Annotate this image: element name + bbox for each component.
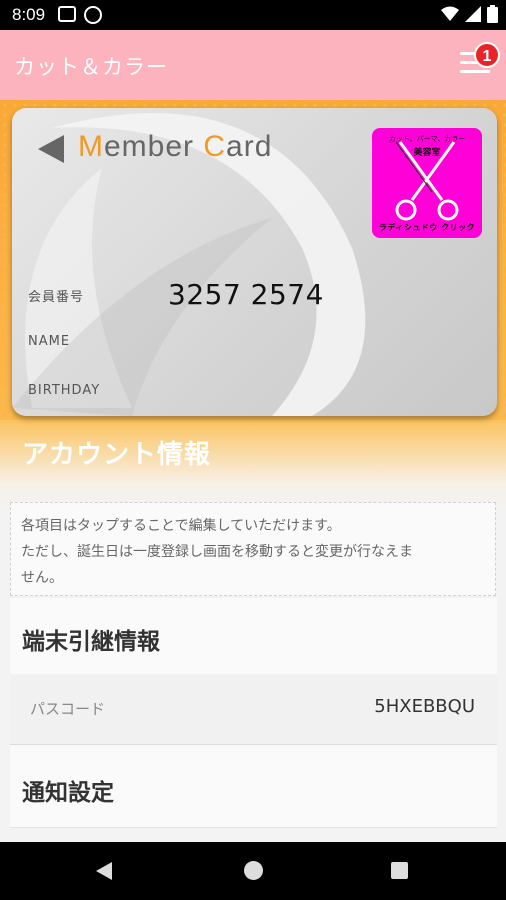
wifi-icon: [441, 6, 459, 21]
app-bar: カット＆カラー 1: [0, 30, 506, 100]
transfer-info-title: 端末引継情報: [22, 629, 160, 655]
app-title: カット＆カラー: [14, 55, 168, 79]
notification-settings-title: 通知設定: [22, 780, 114, 806]
mail-icon: [58, 6, 76, 22]
card-title: Member Card: [78, 130, 273, 163]
nav-back-icon[interactable]: [96, 862, 112, 880]
nav-home-icon[interactable]: [244, 861, 263, 880]
edit-notice: 各項目はタップすることで編集していただけます。 ただし、誕生日は一度登録し画面を…: [10, 502, 496, 596]
navigation-bar: [0, 842, 506, 900]
salon-logo: カット、パーマ、カラー 美容室 ラディシュドウ クリック: [372, 128, 482, 238]
passcode-row[interactable]: パスコード 5HXEBBQU: [10, 674, 497, 745]
battery-icon: [487, 5, 498, 23]
member-card: Member Card カット、パーマ、カラー 美容室 ラディシュドウ クリック…: [12, 108, 497, 416]
nav-recents-icon[interactable]: [391, 862, 408, 879]
status-left-icons: [58, 6, 102, 24]
status-bar: 8:09: [0, 0, 506, 30]
sync-icon: [84, 6, 102, 24]
passcode-label: パスコード: [30, 700, 106, 718]
status-right-icons: [441, 5, 498, 23]
notification-settings-section[interactable]: 通知設定: [10, 745, 497, 828]
status-time: 8:09: [12, 5, 46, 24]
signal-icon: [465, 6, 481, 22]
back-arrow-icon: [38, 135, 64, 163]
transfer-info-section: 端末引継情報: [10, 598, 497, 675]
birthday-label: BIRTHDAY: [28, 383, 101, 398]
name-label: NAME: [28, 334, 71, 349]
notification-badge: 1: [474, 42, 500, 68]
member-number-label: 会員番号: [28, 290, 85, 305]
account-info-title: アカウント情報: [22, 440, 212, 470]
member-number: 3257 2574: [168, 278, 324, 311]
passcode-value: 5HXEBBQU: [374, 696, 475, 717]
